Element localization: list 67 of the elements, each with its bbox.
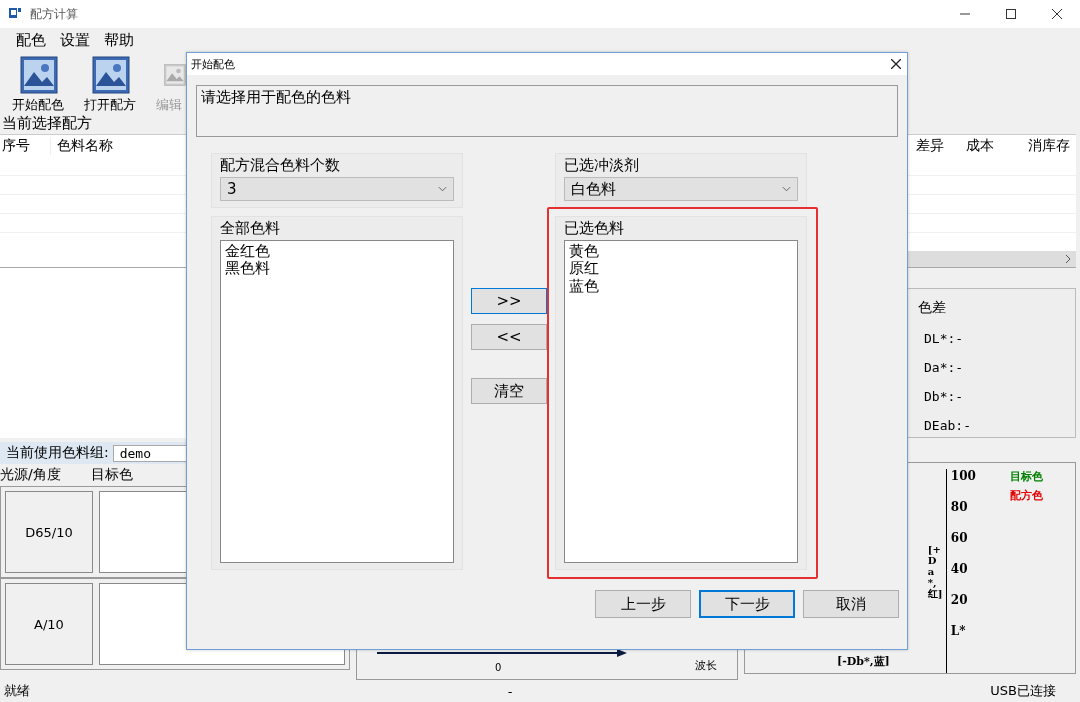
thinner-dropdown[interactable]: 白色料 [564,177,798,201]
tick-label: 40 [950,562,969,576]
dialog-button[interactable]: 上一步 [595,590,691,618]
toolbar-button[interactable]: 开始配色 [4,54,76,114]
list-item[interactable]: 黑色料 [225,260,449,278]
maximize-icon[interactable] [1006,9,1016,19]
column-header: 序号 [0,137,51,155]
status-text: USB已连接 [990,682,1057,700]
toolbar-button[interactable]: 打开配方 [76,54,148,114]
chevron-right-icon[interactable] [1065,254,1071,264]
panel-title: 色差 [918,299,947,317]
transfer-button[interactable]: << [471,324,547,350]
menu-item[interactable]: 帮助 [104,30,134,50]
difference-value: DEab:- [923,418,972,433]
difference-value: Db*:- [923,389,965,404]
tick-label: 100 [950,469,976,483]
picture-icon [20,56,58,94]
column-header: 差异 [916,137,945,155]
group-label: 全部色料 [220,219,281,238]
tick-label: 0 [495,662,502,673]
list-item[interactable]: 蓝色 [569,277,793,295]
horizontal-scrollbar[interactable] [906,251,1076,267]
section-title: 当前选择配方 [1,114,93,134]
all-colorants-list[interactable]: 金红色 黑色料 [220,240,454,563]
column-header: 目标色 [90,466,133,484]
illuminant-cell: A/10 [5,583,93,665]
transfer-button[interactable]: 清空 [471,378,547,404]
menu-item[interactable]: 配色 [16,30,46,50]
window-title: 配方计算 [30,5,78,23]
picture-icon [92,56,130,94]
legend-label: 配方色 [1009,488,1043,503]
group-label: 已选色料 [564,219,625,238]
difference-value: DL*:- [923,331,965,346]
close-icon[interactable] [891,59,901,69]
instruction-box: 请选择用于配色的色料 [196,85,898,137]
column-header: 色料名称 [56,137,114,155]
axis-label: [-Db*,蓝] [837,654,890,669]
caret-icon [438,186,447,192]
app-icon [8,7,22,21]
dialog-button[interactable]: 下一步 [699,590,795,618]
close-icon[interactable] [1052,9,1062,19]
column-header: 成本 [966,137,995,155]
tick-label: 20 [950,593,969,607]
axis-label: 波长 [695,658,717,673]
status-text: - [507,683,513,699]
axis-label: L* [950,624,967,638]
tick-label: 80 [950,500,969,514]
group-label: 配方混合色料个数 [220,156,341,175]
menu-item[interactable]: 设置 [60,30,90,50]
selected-colorants-list[interactable]: 黄色 原红 蓝色 [564,240,798,563]
field-label: 当前使用色料组: [6,444,109,462]
illuminant-cell: D65/10 [5,491,93,573]
column-header: 光源/角度 [0,466,61,484]
difference-value: Da*:- [923,360,965,375]
status-text: 就绪 [4,682,30,700]
list-item[interactable]: 黄色 [569,243,793,261]
count-dropdown[interactable]: 3 [220,177,454,201]
list-item[interactable]: 金红色 [225,243,449,261]
caret-icon [782,186,791,192]
column-header: 消库存 [1028,137,1071,155]
list-item[interactable]: 原红 [569,260,793,278]
dialog-title: 开始配色 [191,56,235,72]
tick-label: 60 [950,531,969,545]
dialog-button[interactable]: 取消 [803,590,899,618]
legend-label: 目标色 [1009,469,1043,484]
transfer-button[interactable]: >> [471,288,547,314]
group-label: 已选冲淡剂 [564,156,640,175]
